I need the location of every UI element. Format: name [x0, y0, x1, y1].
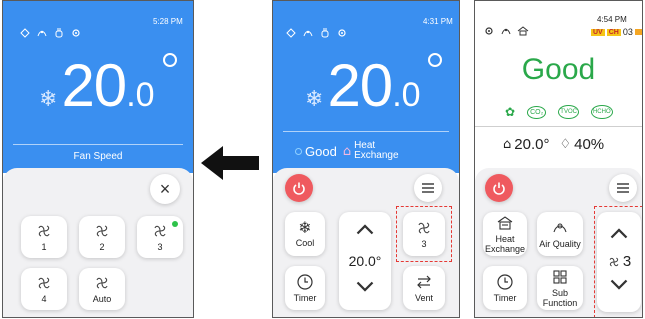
air-status-row: Good ⌂ Heat Exchange	[295, 141, 414, 161]
air-quality-status: Good	[521, 53, 596, 86]
snowflake-icon: ❄	[305, 87, 324, 112]
fan-speed-label: Fan Speed	[73, 151, 123, 162]
mode-button[interactable]: ❄ Cool	[285, 212, 325, 256]
clock: 4:31 PM	[423, 17, 453, 26]
fan-icon	[154, 225, 166, 237]
air-quality-icon	[553, 223, 567, 233]
swap-arrows-icon	[417, 275, 431, 289]
tvoc-sensor-icon: TVOC	[558, 105, 579, 119]
plug-icon	[55, 28, 63, 38]
menu-icon	[617, 183, 629, 193]
status-icons	[285, 27, 348, 39]
heat-exchange-icon: ⌂	[342, 143, 352, 159]
status-icons	[483, 25, 529, 37]
filter-icon	[634, 29, 642, 35]
humidity-icon: ♢	[559, 137, 572, 152]
grid-icon	[553, 270, 567, 284]
status-badges: UV CH 03	[591, 27, 642, 37]
timer-button[interactable]: Timer	[483, 266, 527, 310]
power-icon	[493, 182, 505, 195]
snowflake-icon: ❄	[298, 218, 312, 237]
current-temperature: ❄ 20 .0	[305, 52, 421, 119]
air-quality-button[interactable]: Air Quality	[537, 212, 583, 256]
highlight-box	[594, 206, 642, 317]
indoor-temperature: 20.0°	[514, 136, 550, 153]
cool-mode-icon	[20, 28, 30, 38]
indoor-humidity: 40%	[574, 136, 605, 153]
fan-speed-auto-button[interactable]: Auto	[79, 268, 125, 310]
indoor-readings: ⌂ 20.0° ♢ 40%	[503, 136, 604, 153]
hcho-sensor-icon: HCHO	[590, 105, 613, 119]
uv-badge: UV	[591, 28, 605, 36]
clock-icon	[497, 274, 513, 290]
fan-speed-sheet: × 1 2 3 4 Auto	[3, 168, 193, 317]
fan-speed-2-button[interactable]: 2	[79, 216, 125, 258]
status-dot-icon	[295, 147, 302, 155]
co2-sensor-icon: CO₂	[527, 105, 547, 119]
cool-mode-icon	[286, 28, 296, 38]
dust-sensor-icon: ✿	[505, 105, 516, 119]
power-icon	[293, 182, 305, 195]
main-control-screen: 4:31 PM ❄ 20 .0 Good ⌂ Heat Exchange ❄ C…	[272, 0, 460, 318]
power-button[interactable]	[485, 174, 513, 202]
current-temperature: ❄ 20 .0	[39, 52, 155, 119]
air-quality-icon	[303, 30, 313, 37]
settings-icon	[485, 27, 493, 35]
ch-badge: CH	[606, 28, 621, 36]
temp-down-button[interactable]	[356, 278, 374, 300]
heat-exchange-icon	[497, 216, 513, 230]
fan-icon	[96, 277, 108, 289]
divider	[13, 144, 183, 145]
temperature-control: 20.0°	[339, 212, 391, 310]
fan-icon	[96, 225, 108, 237]
arrow-left-icon	[201, 146, 259, 180]
air-quality-screen: 4:54 PM UV CH 03 Good ✿ CO₂ TVOC HCHO ⌂ …	[474, 0, 643, 318]
status-icons	[19, 27, 82, 39]
timer-button[interactable]: Timer	[285, 266, 325, 310]
menu-button[interactable]	[414, 174, 442, 202]
settings-icon	[72, 29, 80, 37]
control-sheet: Heat Exchange Air Quality 3 Timer Sub Fu…	[475, 168, 642, 317]
degree-symbol	[428, 53, 442, 67]
plug-icon	[321, 28, 329, 38]
menu-button[interactable]	[609, 174, 637, 202]
channel-number: 03	[622, 27, 633, 37]
clock: 5:28 PM	[153, 17, 183, 26]
fan-icon	[38, 277, 50, 289]
highlight-box	[396, 206, 452, 262]
divider	[283, 131, 449, 132]
heat-exchange-icon	[517, 26, 529, 36]
chevron-up-icon	[356, 224, 374, 235]
heat-exchange-button[interactable]: Heat Exchange	[483, 212, 527, 256]
snowflake-icon: ❄	[39, 87, 58, 112]
sub-function-button[interactable]: Sub Function	[537, 266, 583, 310]
vent-button[interactable]: Vent	[403, 266, 445, 310]
set-temperature: 20.0°	[348, 253, 382, 269]
air-quality-icon	[501, 28, 511, 35]
fan-speed-4-button[interactable]: 4	[21, 268, 67, 310]
selected-dot	[172, 221, 178, 227]
fan-speed-1-button[interactable]: 1	[21, 216, 67, 258]
control-sheet: ❄ Cool 20.0° 3 Timer Vent	[273, 168, 459, 317]
home-icon: ⌂	[503, 137, 512, 152]
menu-icon	[422, 183, 434, 193]
power-button[interactable]	[285, 174, 313, 202]
fan-speed-screen: 5:28 PM ❄ 20 .0 Fan Speed × 1 2 3 4 Auto	[2, 0, 194, 318]
divider	[475, 126, 642, 127]
close-button[interactable]: ×	[150, 174, 180, 204]
chevron-down-icon	[356, 281, 374, 292]
air-quality-icon	[37, 30, 47, 37]
sensor-icons: ✿ CO₂ TVOC HCHO	[505, 105, 613, 119]
degree-symbol	[163, 53, 177, 67]
settings-icon	[338, 29, 346, 37]
clock: 4:54 PM	[597, 15, 627, 24]
fan-speed-3-button[interactable]: 3	[137, 216, 183, 258]
temp-up-button[interactable]	[356, 220, 374, 240]
clock-icon	[297, 274, 313, 290]
fan-icon	[38, 225, 50, 237]
